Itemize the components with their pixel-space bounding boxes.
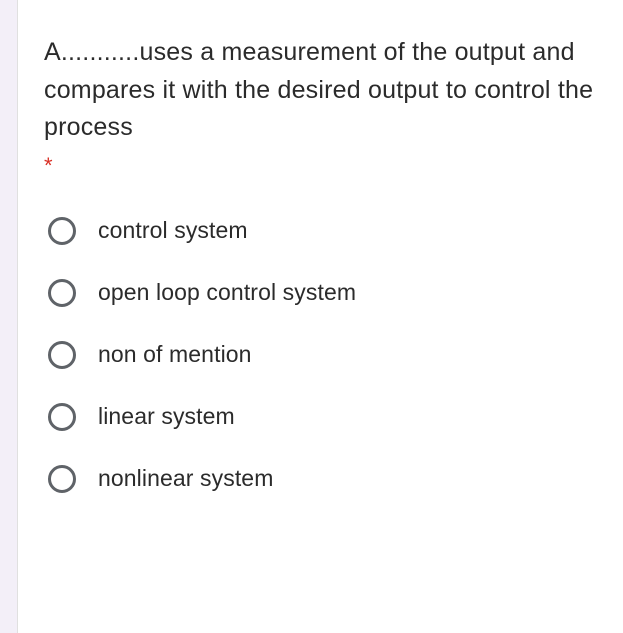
- option-open-loop[interactable]: open loop control system: [48, 279, 597, 307]
- radio-icon: [48, 465, 76, 493]
- option-control-system[interactable]: control system: [48, 217, 597, 245]
- option-label: non of mention: [98, 341, 252, 368]
- option-label: linear system: [98, 403, 235, 430]
- radio-icon: [48, 403, 76, 431]
- question-card: A...........uses a measurement of the ou…: [18, 0, 623, 633]
- required-marker: *: [44, 155, 597, 177]
- question-text: A...........uses a measurement of the ou…: [44, 34, 597, 147]
- radio-icon: [48, 341, 76, 369]
- radio-icon: [48, 217, 76, 245]
- option-label: open loop control system: [98, 279, 356, 306]
- option-nonlinear-system[interactable]: nonlinear system: [48, 465, 597, 493]
- option-linear-system[interactable]: linear system: [48, 403, 597, 431]
- option-label: control system: [98, 217, 248, 244]
- option-label: nonlinear system: [98, 465, 273, 492]
- accent-edge: [0, 0, 18, 633]
- option-non-of-mention[interactable]: non of mention: [48, 341, 597, 369]
- options-group: control system open loop control system …: [44, 217, 597, 493]
- radio-icon: [48, 279, 76, 307]
